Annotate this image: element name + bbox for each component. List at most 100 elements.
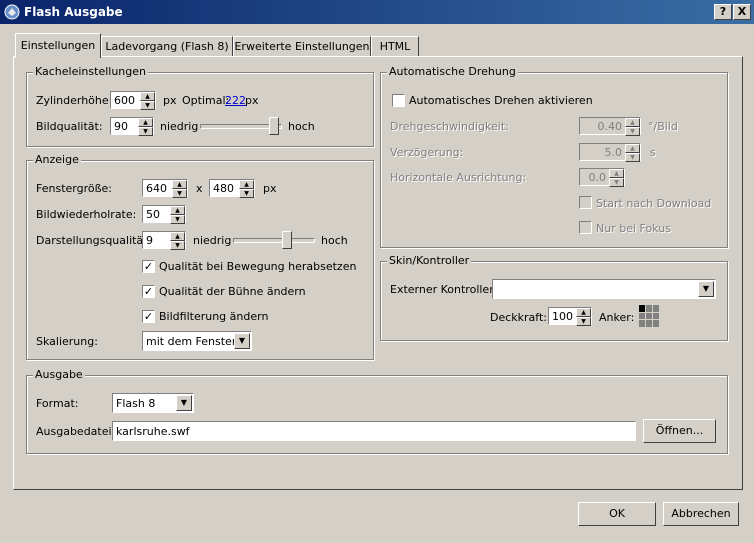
horizontale-ausrichtung-label: Horizontale Ausrichtung: bbox=[390, 171, 527, 184]
bildqualitaet-high: hoch bbox=[288, 120, 315, 133]
skin-group: Skin/Kontroller bbox=[380, 254, 728, 341]
cancel-button[interactable]: Abbrechen bbox=[663, 502, 739, 526]
deckkraft-label: Deckkraft: bbox=[490, 311, 547, 324]
bewegung-checkbox[interactable]: ✓ bbox=[142, 260, 155, 273]
bildfilterung-label: Bildfilterung ändern bbox=[159, 310, 269, 323]
darstellungsqualitaet-high: hoch bbox=[321, 234, 348, 247]
anker-label: Anker: bbox=[599, 311, 635, 324]
start-download-label: Start nach Download bbox=[596, 197, 712, 210]
ausgabe-legend: Ausgabe bbox=[33, 368, 85, 381]
deckkraft-value: 100 bbox=[552, 310, 573, 323]
fensterhoehe-input[interactable]: 480 ▲ ▼ bbox=[209, 179, 255, 198]
buehne-checkbox[interactable]: ✓ bbox=[142, 285, 155, 298]
spin-arrows-icon[interactable]: ▲ ▼ bbox=[576, 308, 591, 326]
title-bar: Flash Ausgabe ? X bbox=[0, 0, 754, 24]
drehen-label: Automatisches Drehen aktivieren bbox=[409, 94, 593, 107]
ok-button[interactable]: OK bbox=[578, 502, 656, 526]
chevron-down-icon[interactable]: ▼ bbox=[176, 395, 192, 411]
verzoegerung-value: 5.0 bbox=[604, 146, 623, 159]
nur-fokus-label: Nur bei Fokus bbox=[596, 222, 671, 235]
bildwiederholrate-value: 50 bbox=[146, 208, 160, 221]
deckkraft-input[interactable]: 100 ▲ ▼ bbox=[548, 307, 592, 326]
horizontale-ausrichtung-input[interactable]: 0.0 ▲ ▼ bbox=[579, 168, 625, 187]
bildqualitaet-label: Bildqualität: bbox=[36, 120, 103, 133]
start-download-checkbox[interactable] bbox=[579, 196, 592, 209]
fensterhoehe-value: 480 bbox=[213, 182, 234, 195]
spin-arrows-icon[interactable]: ▲ ▼ bbox=[170, 206, 185, 224]
drehen-checkbox[interactable] bbox=[392, 94, 405, 107]
horizontale-ausrichtung-value: 0.0 bbox=[588, 171, 607, 184]
window-title: Flash Ausgabe bbox=[24, 5, 123, 19]
darstellungsqualitaet-input[interactable]: 9 ▲ ▼ bbox=[142, 231, 186, 250]
fensterbreite-input[interactable]: 640 ▲ ▼ bbox=[142, 179, 188, 198]
skalierung-value: mit dem Fenster bbox=[146, 335, 237, 348]
spin-arrows-icon[interactable]: ▲ ▼ bbox=[625, 118, 640, 136]
skalierung-select[interactable]: mit dem Fenster ▼ bbox=[142, 331, 252, 351]
verzoegerung-label: Verzögerung: bbox=[390, 146, 464, 159]
skin-legend: Skin/Kontroller bbox=[387, 254, 472, 267]
nur-fokus-checkbox[interactable] bbox=[579, 221, 592, 234]
oeffnen-button[interactable]: Öffnen... bbox=[643, 419, 716, 443]
skalierung-label: Skalierung: bbox=[36, 335, 98, 348]
bildfilterung-checkbox[interactable]: ✓ bbox=[142, 310, 155, 323]
chevron-down-icon[interactable]: ▼ bbox=[234, 333, 250, 349]
spin-arrows-icon[interactable]: ▲ ▼ bbox=[172, 180, 187, 198]
optimal-link[interactable]: 222 bbox=[225, 94, 246, 107]
fenstergroesse-label: Fenstergröße: bbox=[36, 182, 113, 195]
zylinderhoehe-value: 600 bbox=[114, 94, 135, 107]
darstellungsqualitaet-slider-track[interactable] bbox=[233, 238, 315, 243]
darstellungsqualitaet-value: 9 bbox=[146, 234, 153, 247]
close-button[interactable]: X bbox=[733, 4, 751, 20]
spin-arrows-icon[interactable]: ▲ ▼ bbox=[625, 144, 640, 162]
ausgabedatei-input[interactable]: karlsruhe.swf bbox=[112, 421, 636, 441]
kachel-legend: Kacheleinstellungen bbox=[33, 65, 148, 78]
verzoegerung-input[interactable]: 5.0 ▲ ▼ bbox=[579, 143, 641, 162]
ausgabe-group: Ausgabe bbox=[26, 368, 728, 454]
format-label: Format: bbox=[36, 397, 79, 410]
drehgeschwindigkeit-input[interactable]: 0.40 ▲ ▼ bbox=[579, 117, 641, 136]
tab-ladevorgang[interactable]: Ladevorgang (Flash 8) bbox=[101, 36, 233, 57]
bildqualitaet-input[interactable]: 90 ▲ ▼ bbox=[110, 117, 154, 136]
format-value: Flash 8 bbox=[116, 397, 156, 410]
spin-arrows-icon[interactable]: ▲ ▼ bbox=[140, 92, 155, 110]
optimal-unit: px bbox=[245, 94, 259, 107]
tab-einstellungen[interactable]: Einstellungen bbox=[15, 33, 101, 58]
app-icon bbox=[4, 4, 20, 20]
drehgeschwindigkeit-value: 0.40 bbox=[597, 120, 623, 133]
size-separator: x bbox=[196, 182, 203, 195]
bewegung-label: Qualität bei Bewegung herabsetzen bbox=[159, 260, 357, 273]
bildqualitaet-slider-thumb[interactable] bbox=[269, 117, 279, 135]
tab-erweiterte-einstellungen[interactable]: Erweiterte Einstellungen bbox=[233, 36, 371, 57]
bildqualitaet-value: 90 bbox=[114, 120, 128, 133]
buehne-label: Qualität der Bühne ändern bbox=[159, 285, 306, 298]
zylinderhoehe-unit: px bbox=[163, 94, 177, 107]
fensterbreite-value: 640 bbox=[146, 182, 167, 195]
spin-arrows-icon[interactable]: ▲ ▼ bbox=[170, 232, 185, 250]
bildwiederholrate-label: Bildwiederholrate: bbox=[36, 208, 137, 221]
zylinderhoehe-input[interactable]: 600 ▲ ▼ bbox=[110, 91, 156, 110]
ausgabedatei-value: karlsruhe.swf bbox=[116, 425, 190, 438]
anzeige-legend: Anzeige bbox=[33, 153, 81, 166]
anchor-grid-icon[interactable] bbox=[639, 305, 661, 327]
spin-arrows-icon[interactable]: ▲ ▼ bbox=[609, 169, 624, 187]
spin-arrows-icon[interactable]: ▲ ▼ bbox=[138, 118, 153, 136]
darstellungsqualitaet-low: niedrig bbox=[193, 234, 232, 247]
drehgeschwindigkeit-label: Drehgeschwindigkeit: bbox=[390, 120, 509, 133]
bildqualitaet-low: niedrig bbox=[160, 120, 199, 133]
spin-arrows-icon[interactable]: ▲ ▼ bbox=[239, 180, 254, 198]
help-button[interactable]: ? bbox=[714, 4, 732, 20]
drehung-legend: Automatische Drehung bbox=[387, 65, 518, 78]
externer-kontroller-select[interactable]: ▼ bbox=[492, 279, 716, 299]
format-select[interactable]: Flash 8 ▼ bbox=[112, 393, 194, 413]
optimal-label: Optimal: bbox=[182, 94, 230, 107]
zylinderhoehe-label: Zylinderhöhe: bbox=[36, 94, 113, 107]
verzoegerung-unit: s bbox=[650, 146, 656, 159]
fenstergroesse-unit: px bbox=[263, 182, 277, 195]
tab-html[interactable]: HTML bbox=[371, 36, 419, 57]
kachel-group: Kacheleinstellungen bbox=[26, 65, 374, 147]
externer-kontroller-label: Externer Kontroller: bbox=[390, 283, 498, 296]
drehgeschwindigkeit-unit: °/Bild bbox=[648, 120, 678, 133]
darstellungsqualitaet-slider-thumb[interactable] bbox=[282, 231, 292, 249]
bildwiederholrate-input[interactable]: 50 ▲ ▼ bbox=[142, 205, 186, 224]
chevron-down-icon[interactable]: ▼ bbox=[698, 281, 714, 297]
